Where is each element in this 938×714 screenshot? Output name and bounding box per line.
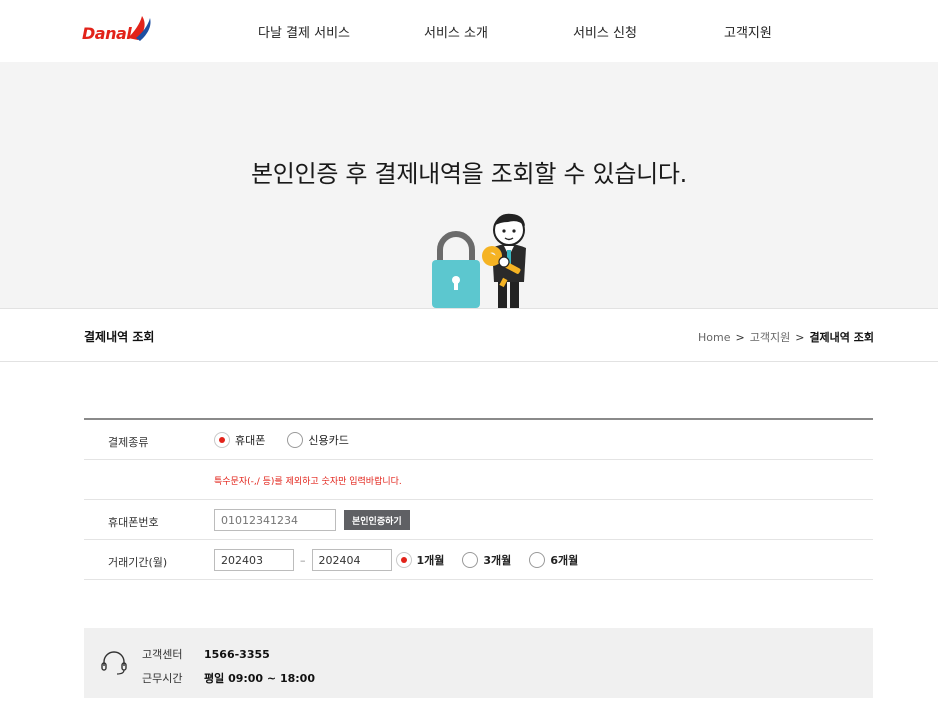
radio-credit-card-indicator[interactable] bbox=[287, 432, 304, 448]
radio-3-month-label: 3개월 bbox=[483, 554, 512, 567]
nav-service-intro[interactable]: 서비스 소개 bbox=[424, 22, 488, 41]
phone-row: 휴대폰번호 본인인증하기 bbox=[84, 500, 873, 540]
period-from-input[interactable] bbox=[214, 549, 294, 571]
period-to-input[interactable] bbox=[311, 549, 392, 571]
breadcrumb-separator: > bbox=[795, 331, 805, 344]
danal-logo[interactable]: Danal bbox=[82, 16, 158, 46]
radio-1-month-indicator[interactable] bbox=[395, 552, 412, 568]
breadcrumb-support[interactable]: 고객지원 bbox=[750, 331, 790, 344]
verify-identity-button[interactable]: 본인인증하기 bbox=[344, 510, 410, 530]
radio-credit-card-label: 신용카드 bbox=[308, 434, 349, 447]
customer-center-label: 고객센터 bbox=[142, 648, 183, 661]
phone-number-input[interactable] bbox=[214, 509, 336, 531]
payment-history-form: 결제종류 휴대폰 신용카드 특수문자(-,/ 등)를 제외하고 숫자만 입력바랍… bbox=[84, 418, 873, 580]
payment-type-row: 결제종류 휴대폰 신용카드 bbox=[84, 420, 873, 460]
working-hours-label: 근무시간 bbox=[142, 672, 183, 685]
notice-row: 특수문자(-,/ 등)를 제외하고 숫자만 입력바랍니다. bbox=[84, 460, 873, 500]
working-hours-value: 평일 09:00 ~ 18:00 bbox=[204, 672, 315, 685]
phone-label: 휴대폰번호 bbox=[108, 516, 159, 529]
headset-icon bbox=[101, 651, 127, 675]
radio-3-month-indicator[interactable] bbox=[462, 552, 479, 568]
customer-center-box: 고객센터 1566-3355 근무시간 평일 09:00 ~ 18:00 bbox=[84, 628, 873, 698]
lock-and-key-man-illustration bbox=[432, 213, 526, 308]
radio-3-month[interactable]: 3개월 bbox=[462, 552, 511, 568]
page-subheader: 결제내역 조회 Home > 고객지원 > 결제내역 조회 bbox=[0, 308, 938, 362]
radio-mobile[interactable]: 휴대폰 bbox=[214, 432, 265, 448]
radio-6-month-label: 6개월 bbox=[550, 554, 579, 567]
radio-1-month[interactable]: 1개월 bbox=[395, 552, 445, 568]
hero-title: 본인인증 후 결제내역을 조회할 수 있습니다. bbox=[250, 160, 687, 188]
logo-swoosh-icon bbox=[128, 16, 151, 41]
working-hours-line: 근무시간 평일 09:00 ~ 18:00 bbox=[142, 670, 315, 686]
radio-1-month-label: 1개월 bbox=[416, 554, 445, 567]
radio-credit-card[interactable]: 신용카드 bbox=[287, 432, 349, 448]
radio-6-month[interactable]: 6개월 bbox=[529, 552, 578, 568]
page-title: 결제내역 조회 bbox=[84, 330, 155, 344]
period-label: 거래기간(월) bbox=[108, 556, 168, 569]
radio-mobile-indicator[interactable] bbox=[214, 432, 230, 448]
breadcrumb-current: 결제내역 조회 bbox=[809, 331, 874, 344]
breadcrumb-separator: > bbox=[735, 331, 745, 344]
nav-customer-support[interactable]: 고객지원 bbox=[724, 22, 772, 41]
site-header: Danal 다날 결제 서비스 서비스 소개 서비스 신청 고객지원 bbox=[0, 0, 938, 62]
customer-center-phone-line: 고객센터 1566-3355 bbox=[142, 646, 270, 662]
breadcrumb: Home > 고객지원 > 결제내역 조회 bbox=[698, 329, 874, 345]
radio-6-month-indicator[interactable] bbox=[529, 552, 546, 568]
payment-type-label: 결제종류 bbox=[108, 436, 149, 449]
period-row: 거래기간(월) – 1개월 3개월 6개월 bbox=[84, 540, 873, 580]
period-dash: – bbox=[300, 553, 306, 567]
input-notice: 특수문자(-,/ 등)를 제외하고 숫자만 입력바랍니다. bbox=[214, 476, 402, 487]
nav-service-apply[interactable]: 서비스 신청 bbox=[573, 22, 637, 41]
nav-payment-service[interactable]: 다날 결제 서비스 bbox=[258, 22, 350, 41]
breadcrumb-home[interactable]: Home bbox=[698, 331, 730, 344]
hero-banner: 본인인증 후 결제내역을 조회할 수 있습니다. bbox=[0, 62, 938, 308]
radio-mobile-label: 휴대폰 bbox=[235, 434, 266, 447]
customer-center-phone: 1566-3355 bbox=[204, 648, 270, 661]
